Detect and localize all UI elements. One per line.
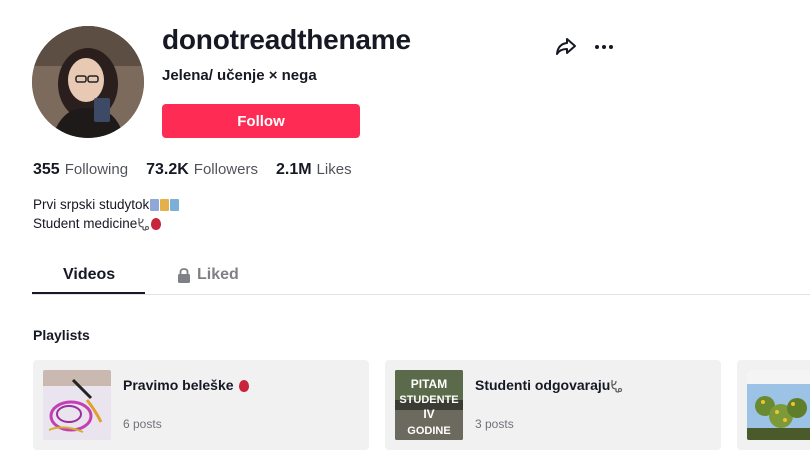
playlist-thumbnail: [747, 370, 810, 440]
bio: Prvi srpski studytok Student medicine: [33, 195, 180, 233]
profile-stats: 355 Following 73.2K Followers 2.1M Likes: [33, 161, 352, 179]
playlists-heading: Playlists: [33, 327, 90, 343]
likes-stat: 2.1M Likes: [276, 161, 352, 179]
playlist-card[interactable]: Pravimo beleške 6 posts: [33, 360, 369, 450]
thumb-text-line: STUDENTE: [399, 394, 458, 406]
books-icon: [170, 199, 180, 211]
playlist-title-text: Pravimo beleške: [123, 377, 234, 393]
active-tab-indicator: [32, 292, 145, 294]
tab-videos-label: Videos: [63, 266, 116, 283]
playlist-thumbnail: [43, 370, 111, 440]
lock-icon: [178, 267, 190, 283]
bio-line-2: Student medicine: [33, 214, 179, 233]
bio-line-2-text: Student medicine: [33, 216, 138, 231]
followers-stat[interactable]: 73.2K Followers: [146, 161, 258, 179]
tab-liked-label: Liked: [197, 266, 239, 283]
thumb-text-line: GODINE: [407, 425, 450, 437]
thumb-text-line: PITAM: [411, 377, 447, 391]
bio-line-1: Prvi srpski studytok: [33, 195, 180, 214]
playlist-card[interactable]: PITAM STUDENTE IV GODINE Studenti odgova…: [385, 360, 721, 450]
following-count: 355: [33, 161, 60, 178]
followers-label: Followers: [193, 161, 258, 178]
books-icon: [150, 199, 160, 211]
username: donotreadthename: [162, 24, 411, 55]
following-stat[interactable]: 355 Following: [33, 161, 128, 179]
bio-line-1-text: Prvi srpski studytok: [33, 197, 150, 212]
followers-count: 73.2K: [146, 161, 189, 178]
playlist-title-text: Studenti odgovaraju: [475, 377, 611, 393]
stethoscope-icon: [138, 218, 150, 231]
playlist-card[interactable]: [737, 360, 810, 450]
following-label: Following: [64, 161, 129, 178]
more-options-icon[interactable]: [592, 34, 616, 58]
thumb-text-line: IV: [423, 407, 434, 421]
anatomical-heart-icon: [151, 218, 162, 230]
nickname: Jelena/ učenje × nega: [162, 67, 317, 84]
playlist-post-count: 3 posts: [475, 417, 514, 431]
books-icon: [160, 199, 170, 211]
tab-liked[interactable]: Liked: [177, 266, 239, 284]
stethoscope-icon: [611, 380, 623, 393]
playlist-title: Pravimo beleške: [123, 377, 249, 393]
tab-videos[interactable]: Videos: [63, 266, 115, 284]
likes-label: Likes: [316, 161, 352, 178]
avatar[interactable]: [32, 26, 144, 138]
playlist-thumbnail: PITAM STUDENTE IV GODINE: [395, 370, 463, 440]
playlist-title: Studenti odgovaraju: [475, 377, 623, 393]
playlist-post-count: 6 posts: [123, 417, 162, 431]
follow-button[interactable]: Follow: [162, 104, 360, 138]
anatomical-heart-icon: [238, 380, 249, 392]
likes-count: 2.1M: [275, 161, 312, 178]
profile-tabs: Videos Liked: [32, 258, 810, 295]
share-icon[interactable]: [554, 34, 578, 58]
